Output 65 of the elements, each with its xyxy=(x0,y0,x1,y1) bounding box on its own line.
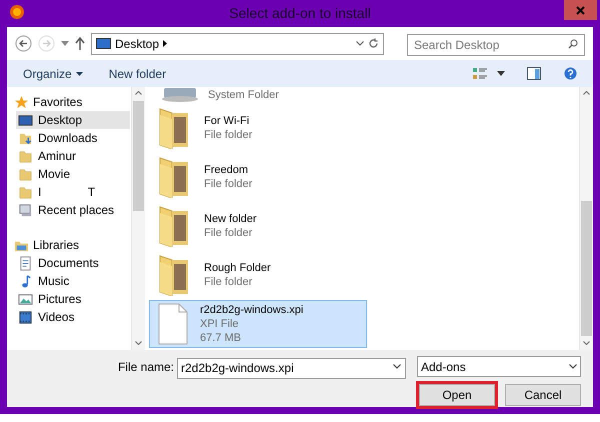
address-text: Desktop xyxy=(115,36,160,52)
file-type-dropdown[interactable]: Add-ons xyxy=(417,356,581,377)
dialog-button[interactable]: Cancel xyxy=(505,384,581,406)
scrollbar[interactable] xyxy=(579,87,593,350)
preview-pane-icon[interactable] xyxy=(527,67,541,80)
chevron-down-icon[interactable] xyxy=(393,364,401,369)
new-folder-button[interactable]: New folder xyxy=(108,64,166,82)
address-bar[interactable]: Desktop xyxy=(91,32,384,54)
file-item[interactable]: Rough Folder File folder xyxy=(149,251,367,299)
file-name-label: File name: xyxy=(118,358,174,376)
recent-places-icon xyxy=(18,202,33,218)
file-item[interactable]: For Wi-Fi File folder xyxy=(149,104,367,152)
dropdown-icon[interactable] xyxy=(497,71,505,76)
back-icon[interactable] xyxy=(15,35,32,52)
sidebar-item[interactable]: Aminur xyxy=(16,147,130,165)
sidebar-group-label[interactable]: Libraries xyxy=(33,236,80,254)
help-icon[interactable] xyxy=(564,67,577,80)
chevron-right-icon xyxy=(163,40,168,47)
sidebar-group-label[interactable]: Favorites xyxy=(33,93,82,111)
picture-icon xyxy=(18,292,33,306)
film-icon xyxy=(18,310,33,324)
sidebar-item[interactable]: Recent places xyxy=(16,201,130,219)
scroll-up-icon[interactable] xyxy=(135,91,142,95)
organize-button[interactable]: Organize xyxy=(23,64,83,82)
sidebar-item[interactable]: Pictures xyxy=(16,290,130,308)
star-icon xyxy=(14,94,29,110)
close-icon xyxy=(576,6,585,14)
view-options-icon[interactable] xyxy=(473,67,487,80)
search-icon xyxy=(568,38,578,48)
close-button[interactable] xyxy=(564,0,597,20)
sidebar-item[interactable]: Downloads xyxy=(16,129,130,147)
scroll-thumb[interactable] xyxy=(581,201,592,336)
folder-icon xyxy=(18,184,33,200)
chevron-down-icon[interactable] xyxy=(356,41,364,46)
computer-icon xyxy=(160,88,200,102)
sidebar-item[interactable]: Music xyxy=(16,272,130,290)
file-item[interactable]: Freedom File folder xyxy=(149,153,367,201)
sidebar-item[interactable]: Documents xyxy=(16,254,130,272)
folder-icon xyxy=(18,148,33,164)
file-name-field[interactable]: r2d2b2g-windows.xpi xyxy=(177,358,406,378)
file-item[interactable]: System Folder xyxy=(149,87,367,103)
desktop-icon xyxy=(18,112,33,128)
chevron-down-icon xyxy=(569,364,577,369)
file-item[interactable]: r2d2b2g-windows.xpi XPI File 67.7 MB xyxy=(149,300,367,348)
scrollbar[interactable] xyxy=(131,87,145,350)
window-title: Select add-on to install xyxy=(228,4,372,23)
sidebar-item[interactable]: Movie xyxy=(16,165,130,183)
refresh-icon[interactable] xyxy=(368,38,379,49)
app-logo-icon xyxy=(9,4,25,20)
desktop-icon xyxy=(96,38,111,49)
folder-icon xyxy=(18,166,33,182)
scroll-thumb[interactable] xyxy=(133,101,144,211)
file-icon xyxy=(158,303,188,345)
search-field[interactable]: Search Desktop xyxy=(407,34,585,56)
dialog-button[interactable]: Open xyxy=(419,384,495,406)
up-arrow-icon[interactable] xyxy=(75,37,85,50)
scroll-down-icon[interactable] xyxy=(583,341,590,345)
document-icon xyxy=(18,256,33,270)
sidebar-item[interactable]: Desktop xyxy=(16,111,130,129)
scroll-down-icon[interactable] xyxy=(135,341,142,345)
sidebar-item[interactable]: I T xyxy=(16,183,130,201)
scroll-up-icon[interactable] xyxy=(583,91,590,95)
dropdown-icon xyxy=(76,72,83,76)
sidebar-item[interactable]: Videos xyxy=(16,308,130,326)
file-item[interactable]: New folder File folder xyxy=(149,202,367,250)
